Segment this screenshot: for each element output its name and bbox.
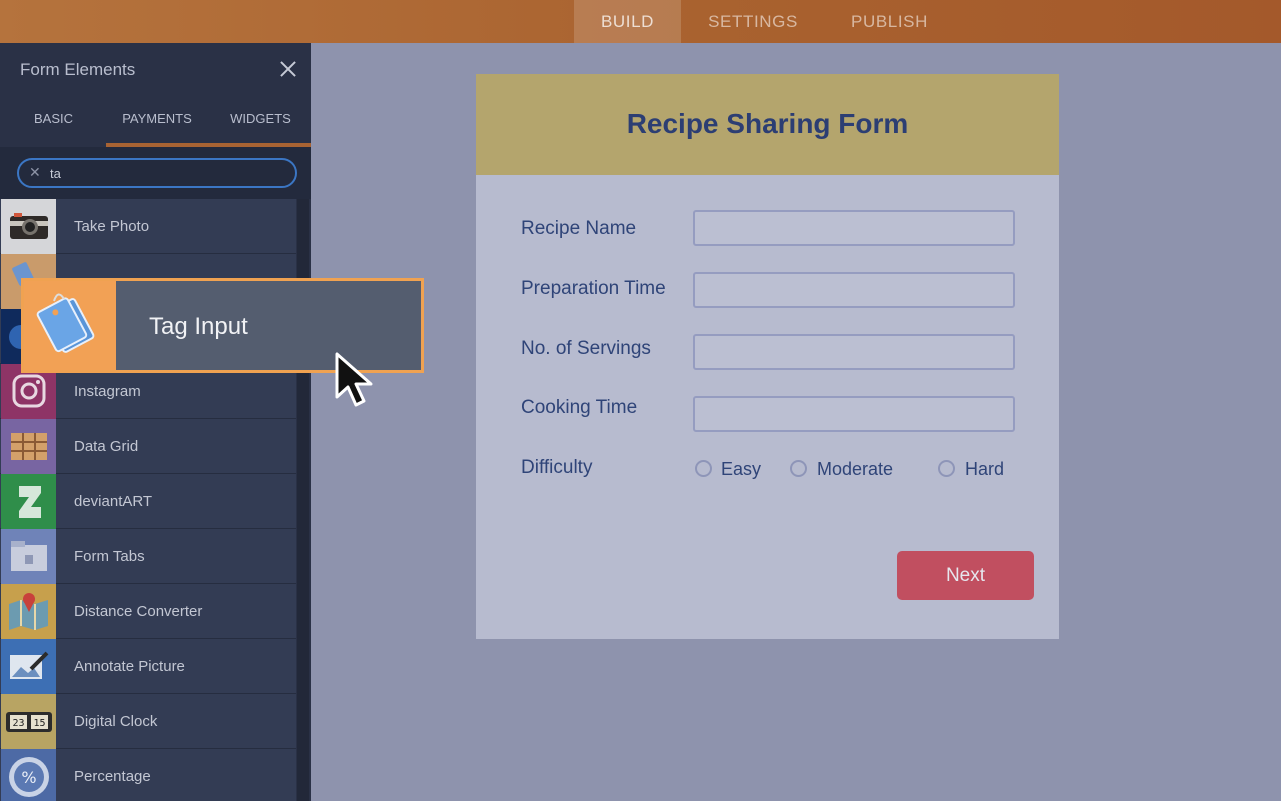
list-item[interactable]: Form Tabs (0, 529, 296, 584)
list-item[interactable]: % Percentage (0, 749, 296, 801)
item-label: Data Grid (74, 438, 139, 455)
search-value: ta (50, 166, 61, 181)
list-item[interactable]: 23 15 Digital Clock (0, 694, 296, 749)
radio-moderate[interactable] (790, 460, 807, 477)
svg-text:23: 23 (12, 718, 24, 729)
grid-icon (1, 419, 56, 474)
tab-payments[interactable]: PAYMENTS (107, 95, 207, 147)
annotate-icon (1, 639, 56, 694)
search-input[interactable]: ✕ ta (17, 158, 297, 188)
digital-clock-icon: 23 15 (1, 694, 56, 749)
field-label-preparation-time: Preparation Time (521, 278, 666, 299)
folder-tabs-icon (1, 529, 56, 584)
item-label: Percentage (74, 768, 151, 785)
next-button[interactable]: Next (897, 551, 1034, 600)
tab-settings[interactable]: SETTINGS (696, 0, 810, 43)
svg-text:15: 15 (33, 718, 45, 729)
form-header: Recipe Sharing Form (476, 74, 1059, 175)
camera-icon (1, 199, 56, 254)
field-label-servings: No. of Servings (521, 338, 651, 359)
tab-widgets[interactable]: WIDGETS (210, 95, 311, 147)
list-item[interactable]: Data Grid (0, 419, 296, 474)
item-label: Take Photo (74, 218, 150, 235)
field-label-difficulty: Difficulty (521, 457, 593, 478)
item-label: Annotate Picture (74, 658, 185, 675)
panel-tabs: BASIC PAYMENTS WIDGETS (0, 95, 311, 147)
list-item[interactable]: deviantART (0, 474, 296, 529)
mouse-cursor-icon (335, 352, 373, 407)
radio-label-moderate: Moderate (817, 459, 894, 479)
field-label-recipe-name: Recipe Name (521, 218, 637, 239)
item-label: Instagram (74, 383, 141, 400)
tab-publish[interactable]: PUBLISH (838, 0, 941, 43)
top-nav-bar: BUILD SETTINGS PUBLISH (0, 0, 1281, 43)
list-item[interactable]: Distance Converter (0, 584, 296, 639)
map-pin-icon (1, 584, 56, 639)
panel-title: Form Elements (20, 60, 136, 79)
percentage-icon: % (1, 749, 56, 801)
tab-build[interactable]: BUILD (574, 0, 681, 43)
clear-search-icon[interactable]: ✕ (29, 164, 41, 181)
form-preview: Recipe Sharing Form Recipe Name Preparat… (476, 74, 1059, 639)
recipe-name-input[interactable] (693, 210, 1015, 246)
radio-easy[interactable] (695, 460, 712, 477)
item-label: deviantART (74, 493, 153, 510)
radio-label-easy: Easy (721, 459, 762, 479)
list-item[interactable]: Annotate Picture (0, 639, 296, 694)
cooking-time-input[interactable] (693, 396, 1015, 432)
tab-basic[interactable]: BASIC (0, 95, 107, 147)
item-label: Form Tabs (74, 548, 145, 565)
item-label: Distance Converter (74, 603, 203, 620)
servings-input[interactable] (693, 334, 1015, 370)
field-label-cooking-time: Cooking Time (521, 397, 638, 418)
item-label: Digital Clock (74, 713, 158, 730)
radio-hard[interactable] (938, 460, 955, 477)
form-elements-panel: Form Elements BASIC PAYMENTS WIDGETS ✕ t… (0, 43, 311, 801)
search-area: ✕ ta (0, 147, 311, 199)
form-title[interactable]: Recipe Sharing Form (476, 108, 1059, 140)
dragged-card-label: Tag Input (149, 313, 248, 340)
panel-header: Form Elements (0, 43, 311, 95)
tag-icon (24, 281, 116, 370)
radio-label-hard: Hard (965, 459, 1005, 479)
preparation-time-input[interactable] (693, 272, 1015, 308)
deviantart-icon (1, 474, 56, 529)
list-item[interactable]: Take Photo (0, 199, 296, 254)
svg-text:%: % (21, 768, 36, 787)
close-icon[interactable] (276, 57, 300, 81)
